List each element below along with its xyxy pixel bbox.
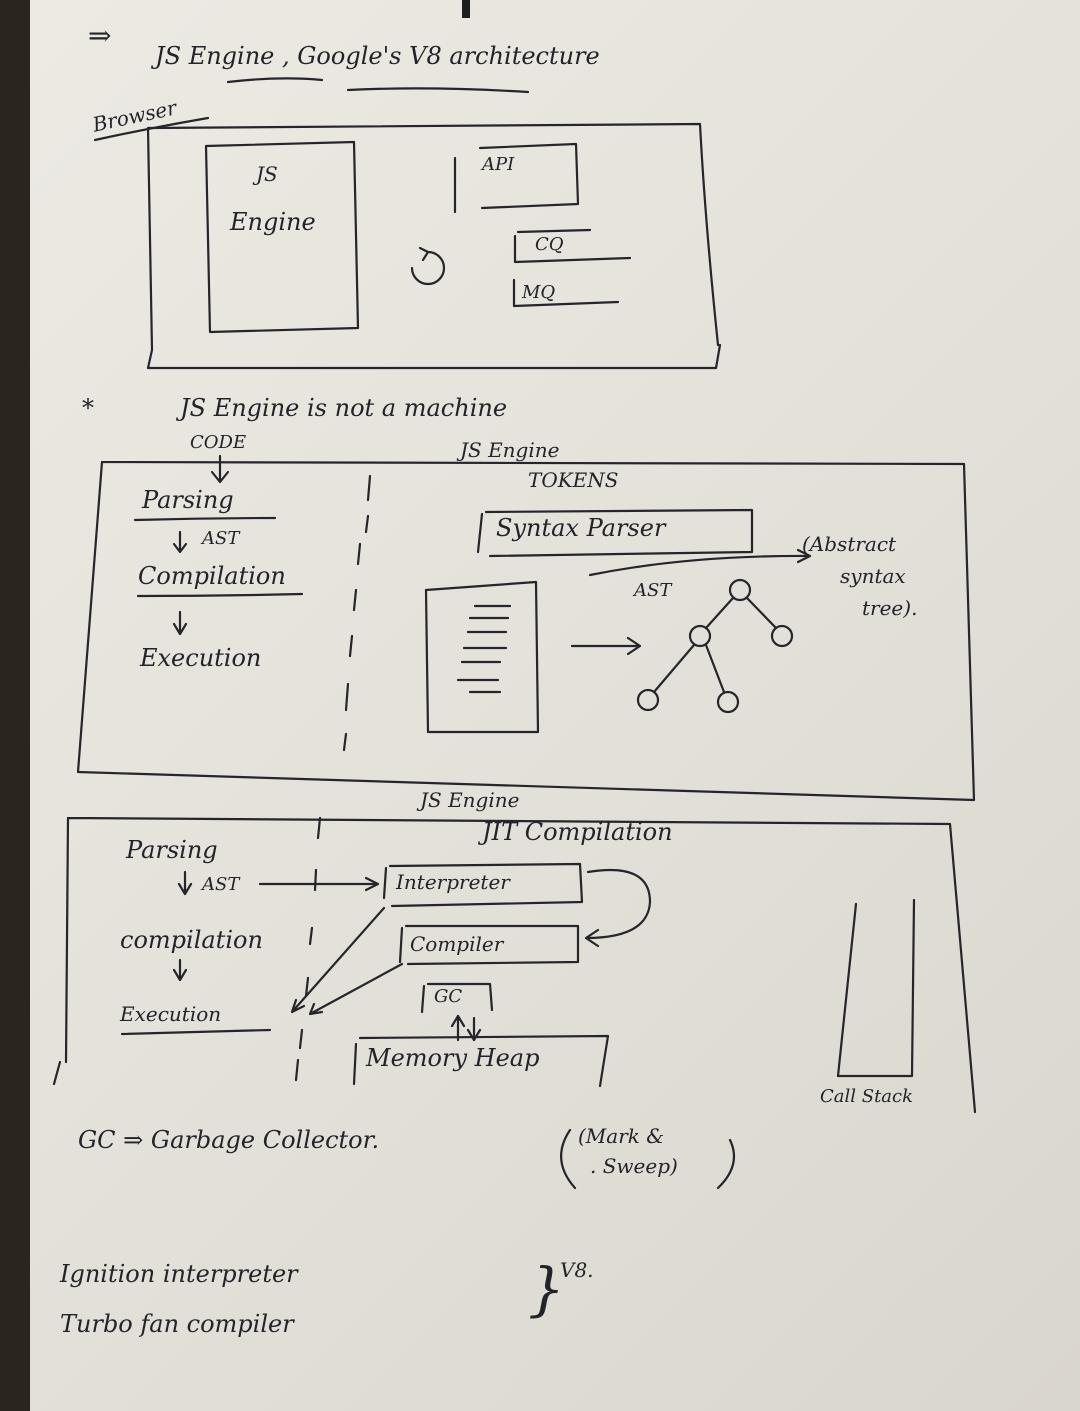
heading-underline-engine bbox=[226, 77, 324, 84]
memory-heap-label: Memory Heap bbox=[366, 1044, 540, 1072]
gc-note-paren-left bbox=[560, 1128, 577, 1190]
v8-line-1: Ignition interpreter bbox=[60, 1260, 298, 1288]
compiler-label: Compiler bbox=[410, 932, 504, 956]
js-engine-label-2: Engine bbox=[230, 208, 316, 236]
gc-label: GC bbox=[434, 986, 463, 1007]
heading-arrow: ⇒ bbox=[88, 19, 112, 52]
event-loop-icon bbox=[410, 246, 446, 286]
api-label: API bbox=[482, 154, 515, 175]
execution-underline bbox=[120, 1028, 272, 1036]
note-text: JS Engine is not a machine bbox=[180, 394, 508, 422]
jit-label: JIT Compilation bbox=[482, 818, 673, 846]
source-to-ast-arrow bbox=[570, 636, 642, 656]
ast-node-left bbox=[688, 624, 712, 648]
gc-definition: GC ⇒ Garbage Collector. bbox=[78, 1126, 380, 1154]
engine-label-1: JS Engine bbox=[460, 438, 560, 462]
notebook-page: ⇒ JS Engine , Google's V8 architecture B… bbox=[30, 0, 1080, 1411]
interpreter-compiler-loop bbox=[584, 868, 652, 948]
v8-line-2: Turbo fan compiler bbox=[60, 1310, 294, 1338]
source-lines bbox=[456, 604, 512, 694]
gc-note-1: (Mark & bbox=[578, 1124, 665, 1148]
step-compilation-1: Compilation bbox=[138, 562, 286, 590]
exec-arrow-1 bbox=[172, 610, 188, 636]
heading-underline-v8 bbox=[346, 87, 530, 94]
exec-arrow-2 bbox=[172, 958, 188, 982]
heading-text: JS Engine , Google's V8 architecture bbox=[155, 42, 600, 70]
step-execution-2: Execution bbox=[120, 1002, 222, 1026]
ast-node-ll bbox=[636, 688, 660, 712]
compilation-underline-1 bbox=[136, 592, 304, 598]
syntax-parser-label: Syntax Parser bbox=[496, 514, 666, 542]
api-box bbox=[453, 142, 580, 214]
js-engine-box bbox=[204, 140, 360, 334]
call-stack-label: Call Stack bbox=[820, 1086, 914, 1107]
ast-node-lr bbox=[716, 690, 740, 714]
ast-note-3: tree). bbox=[862, 596, 918, 620]
ast-to-interpreter bbox=[258, 876, 380, 892]
sketch-lines bbox=[52, 77, 977, 1190]
step-ast-2: AST bbox=[202, 874, 240, 895]
tokens-label: TOKENS bbox=[528, 468, 619, 492]
ast-arrow-1 bbox=[172, 530, 188, 554]
cq-box bbox=[513, 228, 632, 264]
step-compilation-2: compilation bbox=[120, 926, 263, 954]
interpreter-label: Interpreter bbox=[396, 870, 510, 894]
mq-label: MQ bbox=[522, 282, 556, 303]
step-ast-1: AST bbox=[202, 528, 240, 549]
gc-note-paren-right bbox=[716, 1138, 736, 1190]
js-engine-label-1: JS bbox=[256, 162, 278, 186]
engine-label-2: JS Engine bbox=[420, 788, 520, 812]
ast-note-1: (Abstract bbox=[802, 532, 897, 556]
code-label: CODE bbox=[190, 432, 247, 453]
step-parsing-2: Parsing bbox=[126, 836, 218, 864]
interpreter-to-execution bbox=[290, 906, 386, 1014]
step-execution-1: Execution bbox=[140, 644, 262, 672]
compiler-to-execution bbox=[308, 962, 404, 1016]
gc-note-2: . Sweep) bbox=[590, 1154, 678, 1178]
cq-label: CQ bbox=[535, 234, 564, 255]
ast-arrow-2 bbox=[177, 870, 193, 896]
divider-2 bbox=[294, 816, 322, 1082]
ast-label: AST bbox=[634, 580, 672, 601]
divider-1 bbox=[342, 474, 372, 752]
step-parsing-1: Parsing bbox=[142, 486, 234, 514]
note-marker: * bbox=[82, 394, 94, 422]
code-arrow bbox=[210, 454, 230, 484]
ast-note-2: syntax bbox=[840, 564, 906, 588]
parsing-underline-1 bbox=[133, 516, 277, 522]
v8-label: V8. bbox=[560, 1258, 594, 1282]
ast-node-right bbox=[770, 624, 794, 648]
source-box bbox=[424, 580, 540, 734]
call-stack-box bbox=[836, 898, 916, 1078]
